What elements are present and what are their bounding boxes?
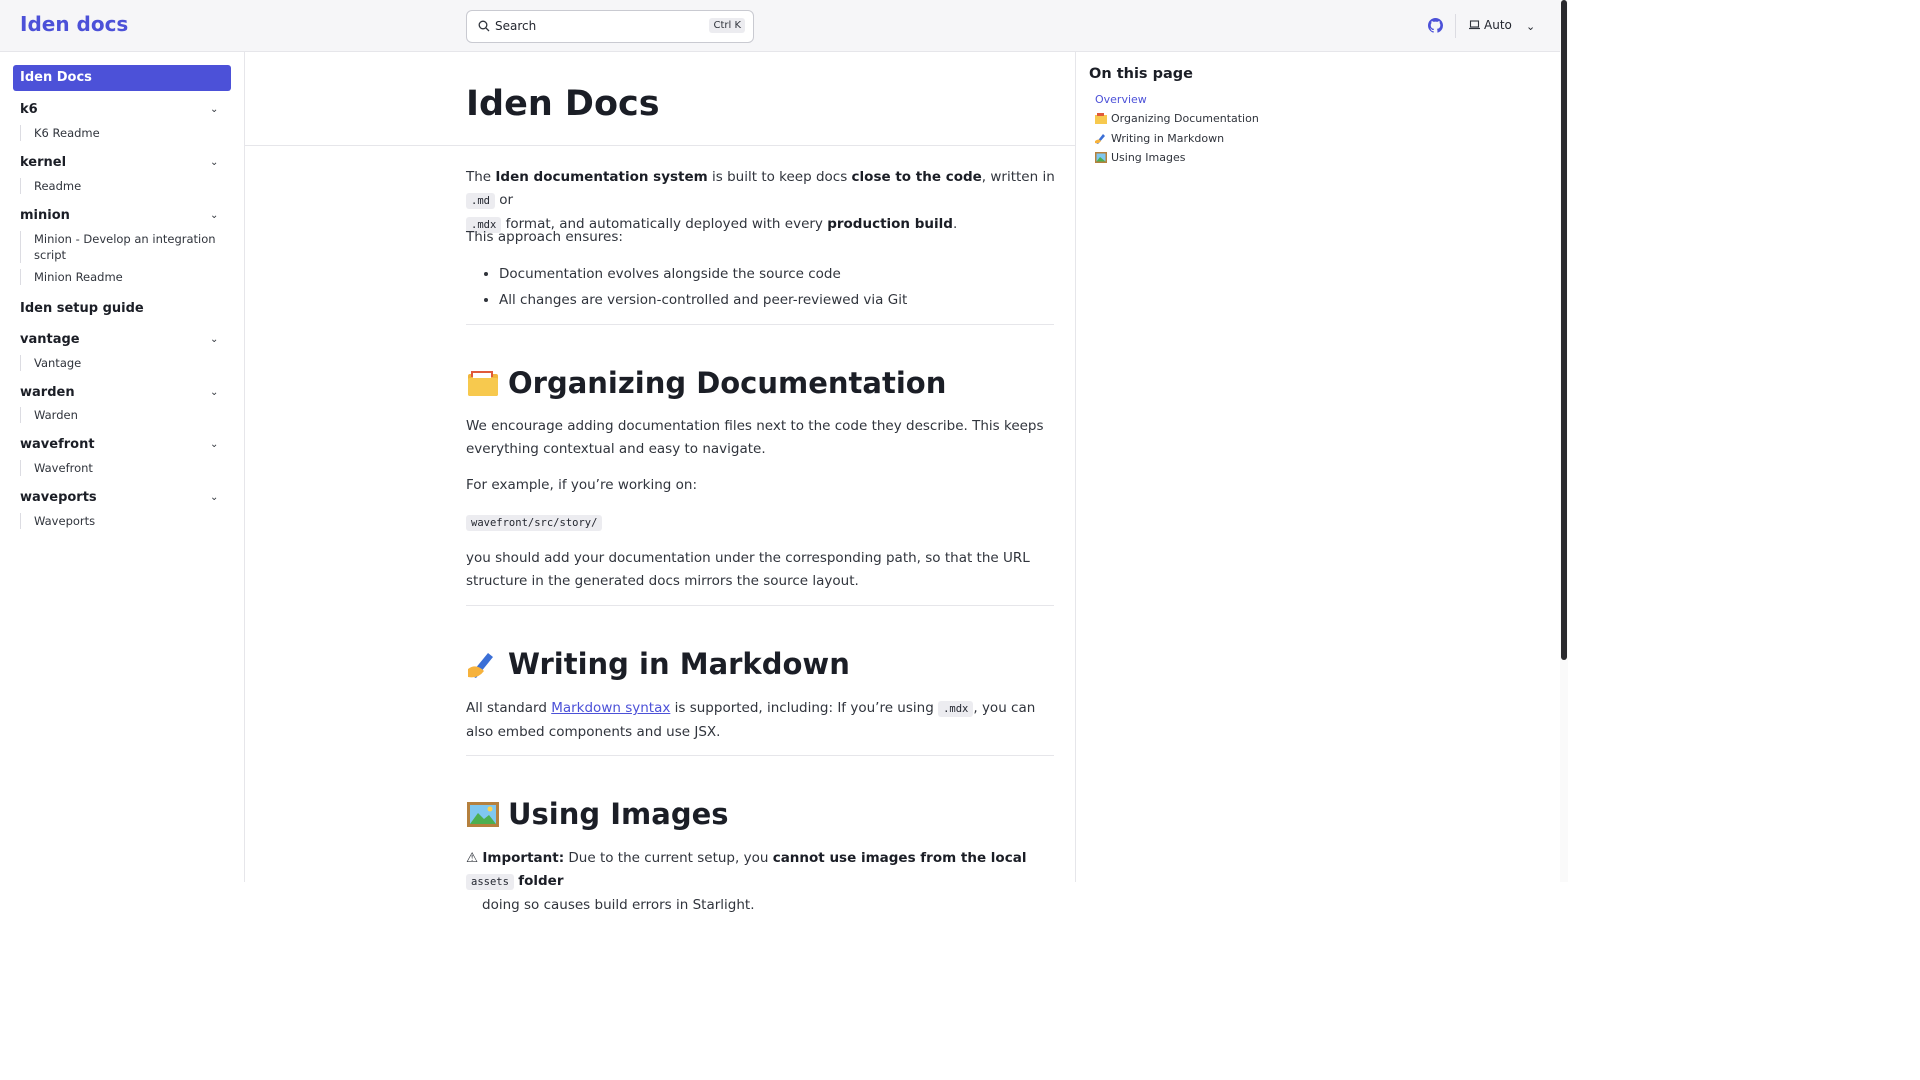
- search-button[interactable]: Search Ctrl K: [466, 10, 754, 43]
- intro-paragraph-2: This approach ensures:: [466, 229, 623, 245]
- warning-icon: ⚠: [466, 850, 479, 866]
- sidebar-group-warden[interactable]: warden: [20, 385, 75, 400]
- sidebar-item-readme[interactable]: Readme: [20, 178, 220, 194]
- sidebar-group-wavefront[interactable]: wavefront: [20, 437, 95, 452]
- chevron-down-icon[interactable]: ⌄: [210, 387, 218, 398]
- list-item: All changes are version-controlled and p…: [499, 287, 907, 313]
- sidebar-group-waveports[interactable]: waveports: [20, 490, 97, 505]
- sidebar-group-minion[interactable]: minion: [20, 208, 70, 223]
- folder-icon: [468, 371, 498, 396]
- sidebar-group-k6[interactable]: k6: [20, 102, 38, 117]
- chevron-down-icon[interactable]: ⌄: [210, 439, 218, 450]
- markdown-syntax-link[interactable]: Markdown syntax: [551, 700, 670, 716]
- top-header: Iden docs Search Ctrl K Auto ⌄: [0, 0, 1560, 52]
- table-of-contents: On this page Overview Organizing Documen…: [1075, 52, 1560, 882]
- chevron-down-icon[interactable]: ⌄: [210, 492, 218, 503]
- section-divider: [466, 324, 1054, 325]
- page-title: Iden Docs: [466, 84, 660, 124]
- header-divider: [1455, 14, 1456, 38]
- sidebar-item-wavefront[interactable]: Wavefront: [20, 460, 220, 476]
- sidebar-item-k6-readme[interactable]: K6 Readme: [20, 125, 220, 141]
- chevron-down-icon[interactable]: ⌄: [210, 334, 218, 345]
- search-shortcut: Ctrl K: [709, 18, 745, 33]
- sidebar-item-vantage[interactable]: Vantage: [20, 355, 220, 371]
- writing-hand-icon: [1095, 134, 1105, 144]
- search-icon: [478, 20, 490, 32]
- writing-paragraph: All standard Markdown syntax is supporte…: [466, 700, 1036, 740]
- intro-bullets: Documentation evolves alongside the sour…: [499, 261, 907, 313]
- writing-hand-icon: [468, 653, 493, 678]
- chevron-down-icon: ⌄: [1526, 20, 1536, 33]
- framed-picture-icon: [1095, 152, 1107, 163]
- inline-code: .mdx: [938, 701, 974, 717]
- sidebar-item-minion-develop[interactable]: Minion - Develop an integration script: [20, 231, 220, 263]
- theme-select[interactable]: Auto ⌄: [1469, 18, 1535, 33]
- toc-item-images[interactable]: Using Images: [1095, 151, 1185, 164]
- theme-label: Auto: [1484, 18, 1512, 32]
- sidebar-group-kernel[interactable]: kernel: [20, 155, 66, 170]
- sidebar-item-warden[interactable]: Warden: [20, 407, 220, 423]
- toc-item-overview[interactable]: Overview: [1095, 93, 1147, 106]
- inline-code: .md: [466, 193, 495, 209]
- laptop-icon: [1469, 20, 1480, 30]
- list-item: Documentation evolves alongside the sour…: [499, 261, 907, 287]
- code-path: wavefront/src/story/: [466, 511, 1056, 535]
- sidebar-item-waveports[interactable]: Waveports: [20, 513, 220, 529]
- title-bar: [245, 52, 1075, 146]
- chevron-down-icon[interactable]: ⌄: [210, 104, 218, 115]
- chevron-down-icon[interactable]: ⌄: [210, 157, 218, 168]
- organizing-paragraph-2: For example, if you’re working on:: [466, 477, 698, 493]
- search-placeholder: Search: [495, 19, 537, 33]
- sidebar-item-minion-readme[interactable]: Minion Readme: [20, 269, 220, 285]
- github-icon[interactable]: [1428, 18, 1443, 33]
- sidebar-group-vantage[interactable]: vantage: [20, 332, 80, 347]
- images-warning: ⚠ Important: Due to the current setup, y…: [466, 850, 1027, 913]
- heading-writing: Writing in Markdown: [466, 647, 850, 681]
- site-title[interactable]: Iden docs: [20, 12, 128, 36]
- scrollbar-thumb[interactable]: [1561, 0, 1567, 660]
- inline-code: assets: [466, 874, 514, 890]
- toc-item-writing[interactable]: Writing in Markdown: [1095, 132, 1224, 145]
- section-divider: [466, 755, 1054, 756]
- sidebar: Iden Docs k6 ⌄ K6 Readme kernel ⌄ Readme…: [0, 52, 245, 882]
- sidebar-item-iden-setup-guide[interactable]: Iden setup guide: [20, 301, 144, 316]
- folder-icon: [1095, 113, 1107, 124]
- heading-images: Using Images: [466, 797, 729, 831]
- toc-title: On this page: [1089, 66, 1193, 82]
- heading-organizing: Organizing Documentation: [466, 366, 946, 400]
- section-divider: [466, 605, 1054, 606]
- chevron-down-icon[interactable]: ⌄: [210, 210, 218, 221]
- toc-item-organizing[interactable]: Organizing Documentation: [1095, 112, 1259, 125]
- sidebar-item-iden-docs[interactable]: Iden Docs: [13, 65, 231, 91]
- organizing-paragraph-3: you should add your documentation under …: [466, 550, 1030, 589]
- organizing-paragraph: We encourage adding documentation files …: [466, 418, 1044, 457]
- framed-picture-icon: [467, 802, 499, 827]
